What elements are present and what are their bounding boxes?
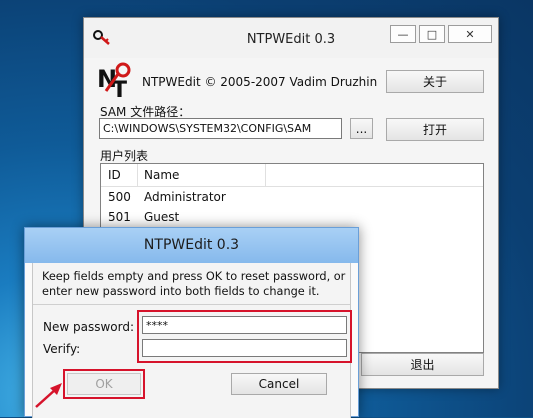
- user-id: 500: [108, 190, 131, 204]
- user-name: Administrator: [144, 190, 226, 204]
- dialog-title-bar: NTPWEdit 0.3: [25, 228, 358, 263]
- maximize-button[interactable]: □: [419, 25, 445, 43]
- list-header: ID Name: [101, 164, 483, 187]
- ntpwedit-logo-icon: N T: [97, 62, 131, 99]
- open-button[interactable]: 打开: [386, 118, 484, 141]
- highlight-box-ok: [63, 369, 145, 399]
- column-header-name[interactable]: Name: [144, 168, 179, 182]
- cancel-button[interactable]: Cancel: [231, 373, 327, 395]
- title-bar: NTPWEdit 0.3 — □ ✕: [84, 18, 498, 58]
- column-header-id[interactable]: ID: [108, 168, 121, 182]
- highlight-box-password-fields: [137, 310, 352, 363]
- dialog-message: Keep fields empty and press OK to reset …: [42, 270, 346, 298]
- about-text: NTPWEdit © 2005-2007 Vadim Druzhin: [142, 75, 378, 89]
- sam-path-input[interactable]: [99, 118, 342, 139]
- dialog-title: NTPWEdit 0.3: [143, 237, 240, 253]
- minimize-button[interactable]: —: [390, 25, 416, 43]
- verify-label: Verify:: [43, 342, 81, 356]
- list-item[interactable]: 500 Administrator: [101, 188, 483, 208]
- close-button[interactable]: ✕: [448, 25, 492, 43]
- column-divider: [265, 164, 266, 186]
- users-list-label: 用户列表: [100, 149, 149, 163]
- divider: [33, 304, 350, 305]
- about-button[interactable]: 关于: [386, 70, 484, 93]
- dialog-body: Keep fields empty and press OK to reset …: [32, 263, 352, 418]
- user-id: 501: [108, 210, 131, 224]
- browse-button[interactable]: ...: [350, 118, 373, 139]
- exit-button[interactable]: 退出: [361, 353, 484, 376]
- list-item[interactable]: 501 Guest: [101, 208, 483, 228]
- password-dialog: NTPWEdit 0.3 Keep fields empty and press…: [24, 227, 359, 418]
- column-divider: [137, 164, 138, 186]
- user-name: Guest: [144, 210, 180, 224]
- new-password-label: New password:: [43, 320, 135, 334]
